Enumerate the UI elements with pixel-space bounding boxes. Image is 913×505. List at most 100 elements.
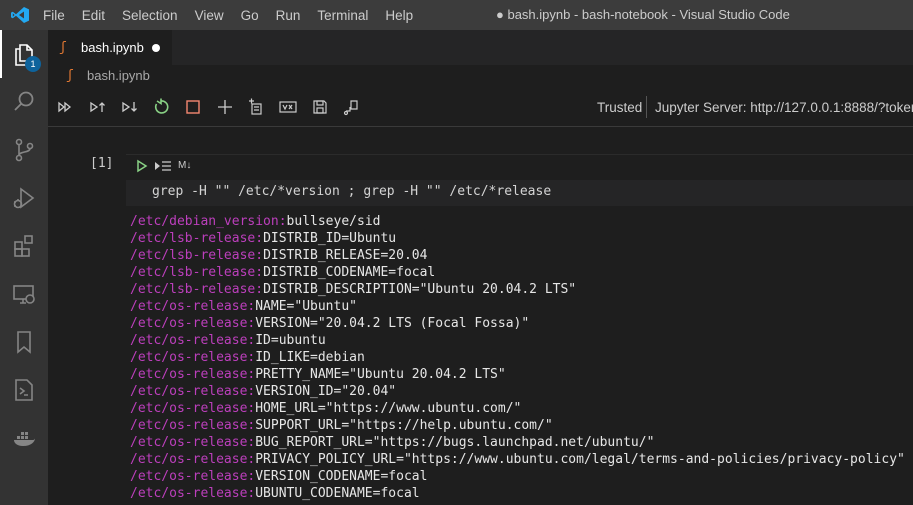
unsaved-dot-icon[interactable] — [152, 44, 160, 52]
restart-kernel-button[interactable] — [151, 97, 171, 117]
jupyter-icon: ʃ — [59, 40, 67, 55]
code-line[interactable]: grep -H "" /etc/*version ; grep -H "" /e… — [152, 184, 551, 199]
output-line: /etc/lsb-release:DISTRIB_DESCRIPTION="Ub… — [130, 281, 913, 298]
remote-explorer-button[interactable] — [0, 270, 48, 318]
search-icon — [14, 91, 34, 111]
menu-view[interactable]: View — [195, 8, 224, 23]
save-button[interactable] — [310, 97, 330, 117]
save-icon — [313, 100, 327, 114]
menu-help[interactable]: Help — [385, 8, 413, 23]
plus-icon — [218, 100, 232, 114]
run-above-icon — [90, 101, 105, 113]
menu-file[interactable]: File — [43, 8, 65, 23]
output-file-path: /etc/os-release: — [130, 316, 256, 331]
docker-button[interactable] — [0, 414, 48, 462]
menu-terminal[interactable]: Terminal — [317, 8, 368, 23]
output-file-path: /etc/os-release: — [130, 333, 256, 348]
extensions-button[interactable] — [0, 222, 48, 270]
run-cell-and-below-icon[interactable] — [154, 159, 172, 173]
active-indicator — [0, 30, 2, 78]
title-bar: File Edit Selection View Go Run Terminal… — [0, 0, 913, 30]
output-file-path: /etc/os-release: — [130, 299, 256, 314]
output-file-path: /etc/os-release: — [130, 452, 256, 467]
output-value: PRETTY_NAME="Ubuntu 20.04.2 LTS" — [255, 367, 506, 382]
output-file-path: /etc/lsb-release: — [130, 248, 264, 263]
output-line: /etc/os-release:HOME_URL="https://www.ub… — [130, 400, 913, 417]
markdown-toggle-button[interactable]: M↓ — [178, 160, 191, 171]
stop-icon — [186, 100, 200, 114]
docker-icon — [14, 432, 35, 446]
interrupt-kernel-button[interactable] — [183, 97, 203, 117]
cell-toolbar: M↓ — [126, 154, 913, 179]
variables-button[interactable] — [278, 97, 298, 117]
notebook-toolbar: Trusted Jupyter Server: http://127.0.0.1… — [48, 90, 913, 124]
run-debug-icon — [13, 187, 35, 209]
output-line: /etc/os-release:PRIVACY_POLICY_URL="http… — [130, 451, 913, 468]
add-cell-button[interactable] — [215, 97, 235, 117]
cell-output: /etc/debian_version:bullseye/sid/etc/lsb… — [130, 213, 913, 502]
trusted-status[interactable]: Trusted — [597, 100, 642, 115]
output-line: /etc/debian_version:bullseye/sid — [130, 213, 913, 230]
output-value: UBUNTU_CODENAME=focal — [255, 486, 420, 501]
terminal-button[interactable] — [0, 366, 48, 414]
tab-bash-ipynb[interactable]: ʃ bash.ipynb — [48, 30, 172, 65]
output-line: /etc/os-release:ID_LIKE=debian — [130, 349, 913, 366]
run-cell-icon[interactable] — [136, 159, 148, 173]
run-all-button[interactable] — [56, 97, 76, 117]
output-line: /etc/lsb-release:DISTRIB_RELEASE=20.04 — [130, 247, 913, 264]
jupyter-server-status[interactable]: Jupyter Server: http://127.0.0.1:8888/?t… — [655, 100, 913, 115]
run-below-icon — [122, 101, 137, 113]
export-button[interactable] — [342, 97, 362, 117]
bookmarks-button[interactable] — [0, 318, 48, 366]
output-file-path: /etc/os-release: — [130, 435, 256, 450]
terminal-icon — [15, 379, 33, 401]
code-editor[interactable]: grep -H "" /etc/*version ; grep -H "" /e… — [126, 180, 913, 206]
menu-run[interactable]: Run — [276, 8, 301, 23]
output-line: /etc/lsb-release:DISTRIB_ID=Ubuntu — [130, 230, 913, 247]
output-value: VERSION="20.04.2 LTS (Focal Fossa)" — [255, 316, 530, 331]
output-file-path: /etc/lsb-release: — [130, 282, 264, 297]
execution-count: [1] — [90, 156, 114, 171]
output-file-path: /etc/lsb-release: — [130, 265, 264, 280]
clear-outputs-button[interactable] — [246, 97, 266, 117]
output-file-path: /etc/os-release: — [130, 486, 256, 501]
output-line: /etc/os-release:NAME="Ubuntu" — [130, 298, 913, 315]
output-value: DISTRIB_CODENAME=focal — [263, 265, 436, 280]
output-line: /etc/os-release:SUPPORT_URL="https://hel… — [130, 417, 913, 434]
output-file-path: /etc/os-release: — [130, 469, 256, 484]
output-value: ID_LIKE=debian — [255, 350, 365, 365]
activity-bar: 1 — [0, 30, 48, 505]
explorer-button[interactable]: 1 — [0, 30, 48, 78]
jupyter-icon: ʃ — [66, 68, 74, 83]
output-file-path: /etc/os-release: — [130, 350, 256, 365]
export-icon — [343, 100, 358, 116]
breadcrumb-file[interactable]: bash.ipynb — [87, 68, 150, 83]
window-title: ● bash.ipynb - bash-notebook - Visual St… — [496, 7, 790, 22]
run-debug-button[interactable] — [0, 174, 48, 222]
output-line: /etc/os-release:PRETTY_NAME="Ubuntu 20.0… — [130, 366, 913, 383]
output-line: /etc/os-release:ID=ubuntu — [130, 332, 913, 349]
run-above-button[interactable] — [87, 97, 107, 117]
output-line: /etc/os-release:VERSION_ID="20.04" — [130, 383, 913, 400]
search-button[interactable] — [0, 78, 48, 126]
output-value: SUPPORT_URL="https://help.ubuntu.com/" — [255, 418, 553, 433]
breadcrumb: ʃ bash.ipynb — [48, 65, 913, 87]
output-line: /etc/os-release:VERSION_CODENAME=focal — [130, 468, 913, 485]
menu-go[interactable]: Go — [241, 8, 259, 23]
output-value: DISTRIB_RELEASE=20.04 — [263, 248, 428, 263]
run-all-icon — [58, 101, 72, 113]
variables-icon — [279, 101, 297, 113]
vscode-logo-icon — [11, 7, 29, 23]
output-file-path: /etc/lsb-release: — [130, 231, 264, 246]
source-control-button[interactable] — [0, 126, 48, 174]
bookmarks-icon — [17, 331, 31, 354]
toolbar-divider — [48, 126, 913, 127]
output-line: /etc/lsb-release:DISTRIB_CODENAME=focal — [130, 264, 913, 281]
remote-explorer-icon — [13, 285, 35, 304]
editor-tabs: ʃ bash.ipynb — [48, 30, 913, 65]
menu-selection[interactable]: Selection — [122, 8, 178, 23]
output-line: /etc/os-release:UBUNTU_CODENAME=focal — [130, 485, 913, 502]
menu-edit[interactable]: Edit — [82, 8, 105, 23]
run-below-button[interactable] — [119, 97, 139, 117]
output-value: ID=ubuntu — [255, 333, 326, 348]
